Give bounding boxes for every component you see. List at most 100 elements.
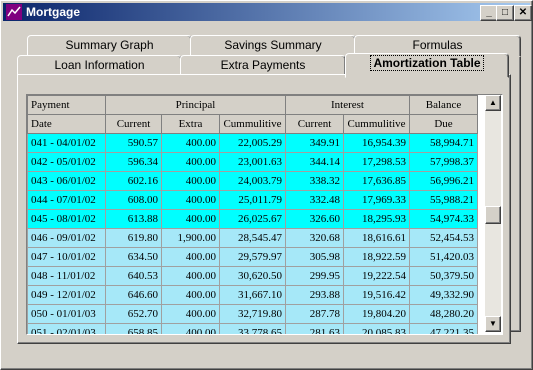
table-row[interactable]: 050 - 01/01/03 652.70 400.00 32,719.80 287.7… — [27, 304, 478, 324]
table-cell: 281.63 — [285, 323, 344, 334]
tab-summary-graph[interactable]: Summary Graph — [27, 35, 192, 57]
table-cell: 400.00 — [161, 171, 220, 191]
table-cell: 30,620.50 — [219, 266, 286, 286]
table-cell: 344.14 — [285, 152, 344, 172]
table-cell: 305.98 — [285, 247, 344, 267]
table-cell: 049 - 12/01/02 — [27, 285, 106, 305]
table-cell: 596.34 — [105, 152, 162, 172]
table-cell: 18,616.61 — [343, 228, 410, 248]
table-cell: 22,005.29 — [219, 133, 286, 153]
close-button[interactable]: ✕ — [514, 5, 532, 21]
table-cell: 23,001.63 — [219, 152, 286, 172]
table-cell: 51,420.03 — [409, 247, 478, 267]
table-cell: 658.85 — [105, 323, 162, 334]
amortization-table: Payment Principal Interest Balance Date … — [27, 95, 478, 334]
table-cell: 400.00 — [161, 152, 220, 172]
header-balance: Balance — [409, 95, 478, 115]
table-cell: 56,996.21 — [409, 171, 478, 191]
col-balance-due: Due — [409, 114, 478, 134]
table-cell: 400.00 — [161, 133, 220, 153]
table-cell: 50,379.50 — [409, 266, 478, 286]
table-cell: 48,280.20 — [409, 304, 478, 324]
table-cell: 26,025.67 — [219, 209, 286, 229]
table-cell: 047 - 10/01/02 — [27, 247, 106, 267]
table-cell: 58,994.71 — [409, 133, 478, 153]
col-principal-cumulative: Cummulitive — [219, 114, 286, 134]
table-cell: 19,516.42 — [343, 285, 410, 305]
table-cell: 332.48 — [285, 190, 344, 210]
table-cell: 28,545.47 — [219, 228, 286, 248]
table-row[interactable]: 044 - 07/01/02 608.00 400.00 25,011.79 332.4… — [27, 190, 478, 210]
table-cell: 17,298.53 — [343, 152, 410, 172]
scroll-down-button[interactable]: ▼ — [485, 316, 501, 332]
table-cell: 590.57 — [105, 133, 162, 153]
table-row[interactable]: 042 - 05/01/02 596.34 400.00 23,001.63 344.1… — [27, 152, 478, 172]
table-row[interactable]: 043 - 06/01/02 602.16 400.00 24,003.79 338.3… — [27, 171, 478, 191]
tab-savings-summary[interactable]: Savings Summary — [190, 35, 356, 57]
header-payment: Payment — [27, 95, 106, 115]
vertical-scrollbar[interactable]: ▲ ▼ — [485, 95, 501, 332]
table-cell: 17,969.33 — [343, 190, 410, 210]
table-row[interactable]: 047 - 10/01/02 634.50 400.00 29,579.97 305.9… — [27, 247, 478, 267]
table-cell: 287.78 — [285, 304, 344, 324]
window-title: Mortgage — [26, 5, 80, 19]
table-cell: 646.60 — [105, 285, 162, 305]
table-cell: 400.00 — [161, 304, 220, 324]
table-cell: 048 - 11/01/02 — [27, 266, 106, 286]
table-row[interactable]: 045 - 08/01/02 613.88 400.00 26,025.67 326.6… — [27, 209, 478, 229]
table-cell: 320.68 — [285, 228, 344, 248]
tab-amortization-table[interactable]: Amortization Table — [345, 53, 509, 78]
header-principal: Principal — [105, 95, 286, 115]
table-cell: 57,998.37 — [409, 152, 478, 172]
table-cell: 400.00 — [161, 190, 220, 210]
table-cell: 349.91 — [285, 133, 344, 153]
table-cell: 54,974.33 — [409, 209, 478, 229]
col-interest-current: Current — [285, 114, 344, 134]
table-cell: 31,667.10 — [219, 285, 286, 305]
table-cell: 18,295.93 — [343, 209, 410, 229]
table-cell: 55,988.21 — [409, 190, 478, 210]
scroll-thumb[interactable] — [485, 206, 501, 224]
table-row[interactable]: 051 - 02/01/03 658.85 400.00 33,778.65 281.6… — [27, 323, 478, 334]
table-cell: 338.32 — [285, 171, 344, 191]
table-cell: 17,636.85 — [343, 171, 410, 191]
table-row[interactable]: 049 - 12/01/02 646.60 400.00 31,667.10 293.8… — [27, 285, 478, 305]
table-cell: 24,003.79 — [219, 171, 286, 191]
col-principal-current: Current — [105, 114, 162, 134]
table-cell: 19,222.54 — [343, 266, 410, 286]
table-cell: 050 - 01/01/03 — [27, 304, 106, 324]
header-interest: Interest — [285, 95, 410, 115]
table-cell: 293.88 — [285, 285, 344, 305]
table-cell: 25,011.79 — [219, 190, 286, 210]
table-cell: 20,085.83 — [343, 323, 410, 334]
table-row[interactable]: 041 - 04/01/02 590.57 400.00 22,005.29 349.9… — [27, 133, 478, 153]
amortization-grid[interactable]: Payment Principal Interest Balance Date … — [26, 94, 503, 335]
title-bar[interactable]: Mortgage _ □ ✕ — [3, 3, 532, 21]
table-cell: 608.00 — [105, 190, 162, 210]
table-cell: 33,778.65 — [219, 323, 286, 334]
table-row[interactable]: 048 - 11/01/02 640.53 400.00 30,620.50 299.9… — [27, 266, 478, 286]
col-interest-cumulative: Cummulitive — [343, 114, 410, 134]
table-cell: 042 - 05/01/02 — [27, 152, 106, 172]
maximize-button[interactable]: □ — [496, 5, 514, 21]
table-cell: 299.95 — [285, 266, 344, 286]
table-cell: 602.16 — [105, 171, 162, 191]
scroll-up-button[interactable]: ▲ — [485, 95, 501, 111]
table-cell: 044 - 07/01/02 — [27, 190, 106, 210]
table-cell: 29,579.97 — [219, 247, 286, 267]
table-cell: 52,454.53 — [409, 228, 478, 248]
table-row[interactable]: 046 - 09/01/02 619.80 1,900.00 28,545.47 320… — [27, 228, 478, 248]
table-cell: 400.00 — [161, 266, 220, 286]
table-cell: 619.80 — [105, 228, 162, 248]
app-chart-icon — [6, 4, 22, 20]
table-cell: 045 - 08/01/02 — [27, 209, 106, 229]
table-cell: 19,804.20 — [343, 304, 410, 324]
tab-amortization-table-label: Amortization Table — [370, 55, 484, 71]
table-cell: 043 - 06/01/02 — [27, 171, 106, 191]
table-cell: 400.00 — [161, 285, 220, 305]
col-date: Date — [27, 114, 106, 134]
table-cell: 1,900.00 — [161, 228, 220, 248]
table-cell: 613.88 — [105, 209, 162, 229]
col-principal-extra: Extra — [161, 114, 220, 134]
table-cell: 634.50 — [105, 247, 162, 267]
